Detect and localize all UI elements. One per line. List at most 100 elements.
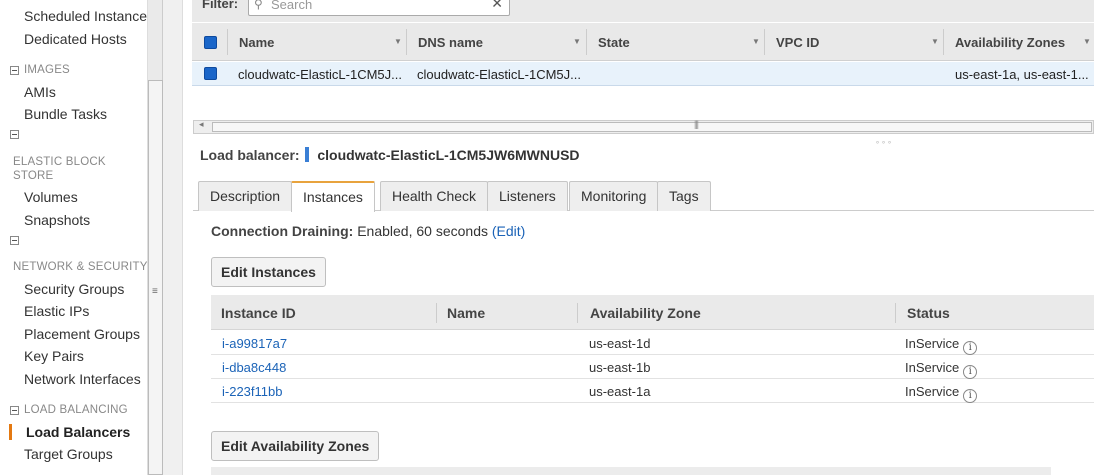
tab-instances[interactable]: Instances	[291, 181, 375, 212]
table-row: i-a99817a7 us-east-1d InService i	[211, 331, 1094, 355]
column-divider	[436, 303, 437, 323]
filter-bar: Filter: ⚲ Search ✕	[192, 0, 1094, 22]
sidebar-item-key-pairs[interactable]: Key Pairs	[24, 348, 84, 364]
instance-status: InService i	[905, 384, 978, 403]
collapse-icon[interactable]	[10, 236, 19, 245]
tab-tags[interactable]: Tags	[657, 181, 711, 211]
sidebar-scroll-thumb[interactable]	[148, 80, 163, 475]
tab-health-check[interactable]: Health Check	[380, 181, 489, 211]
sort-icon[interactable]: ▼	[394, 37, 402, 46]
column-divider	[895, 303, 896, 323]
sidebar-item-bundle-tasks[interactable]: Bundle Tasks	[24, 106, 107, 122]
instance-zone: us-east-1b	[589, 360, 651, 375]
horizontal-scrollbar[interactable]: ◂ |||	[193, 119, 1094, 134]
tab-listeners[interactable]: Listeners	[487, 181, 568, 211]
active-indicator	[9, 424, 12, 440]
sort-icon[interactable]: ▼	[1083, 37, 1091, 46]
section-network-label: NETWORK & SECURITY	[13, 261, 148, 273]
sort-icon[interactable]: ▼	[752, 37, 760, 46]
sidebar-item-dedicated-hosts[interactable]: Dedicated Hosts	[24, 31, 127, 47]
table-row: i-dba8c448 us-east-1b InService i	[211, 355, 1094, 379]
sidebar-item-security-groups[interactable]: Security Groups	[24, 281, 124, 297]
detail-label: Load balancer:	[200, 147, 300, 163]
instance-id-link[interactable]: i-dba8c448	[222, 360, 286, 375]
column-availability-zone[interactable]: Availability Zone	[590, 305, 701, 321]
sidebar-item-scheduled-instances[interactable]: Scheduled Instances	[24, 8, 147, 24]
scroll-left-icon[interactable]: ◂	[199, 119, 204, 130]
load-balancer-name: cloudwatc-ElasticL-1CM5JW6MWNUSD	[317, 147, 580, 163]
resize-handle-icon[interactable]: ∘∘∘	[875, 138, 893, 147]
instances-table-header: Instance ID Name Availability Zone Statu…	[211, 295, 1094, 330]
column-divider	[577, 303, 578, 323]
instance-zone: us-east-1a	[589, 384, 651, 399]
info-icon[interactable]: i	[963, 389, 978, 403]
filter-label: Filter:	[202, 0, 239, 11]
status-text: InService	[905, 360, 960, 375]
cell-zones: us-east-1a, us-east-1...	[955, 67, 1089, 82]
column-name[interactable]: Name	[239, 35, 274, 50]
sidebar-item-placement-groups[interactable]: Placement Groups	[24, 326, 140, 342]
status-text: InService	[905, 384, 960, 399]
column-divider	[227, 29, 228, 55]
section-ebs-toggle[interactable]	[10, 130, 19, 139]
column-divider	[586, 29, 587, 55]
connection-draining: Connection Draining: Enabled, 60 seconds…	[211, 223, 525, 239]
sidebar-item-network-interfaces[interactable]: Network Interfaces	[24, 371, 141, 387]
tab-monitoring[interactable]: Monitoring	[569, 181, 659, 211]
cell-name: cloudwatc-ElasticL-1CM5J...	[238, 67, 402, 82]
column-instance-name[interactable]: Name	[447, 305, 485, 321]
sidebar-item-amis[interactable]: AMIs	[24, 84, 56, 100]
sort-icon[interactable]: ▼	[931, 37, 939, 46]
table-row[interactable]: cloudwatc-ElasticL-1CM5J... cloudwatc-El…	[192, 62, 1094, 86]
section-network-toggle[interactable]	[10, 236, 19, 245]
column-divider	[406, 29, 407, 55]
section-ebs-label: ELASTIC BLOCK STORE	[13, 156, 106, 182]
column-state[interactable]: State	[598, 35, 630, 50]
sort-icon[interactable]: ▼	[573, 37, 581, 46]
search-placeholder: Search	[271, 0, 313, 12]
panel-splitter[interactable]	[163, 0, 183, 475]
sidebar-item-volumes[interactable]: Volumes	[24, 189, 78, 205]
section-load-balancing[interactable]: LOAD BALANCING	[10, 404, 128, 416]
horizontal-scroll-thumb[interactable]	[212, 122, 1092, 132]
column-divider	[764, 29, 765, 55]
grip-icon: ≡	[152, 286, 158, 297]
row-checkbox[interactable]	[204, 67, 217, 80]
column-divider	[943, 29, 944, 55]
search-icon: ⚲	[254, 0, 263, 11]
instance-status: InService i	[905, 336, 978, 355]
column-instance-id[interactable]: Instance ID	[221, 305, 296, 321]
collapse-icon[interactable]	[10, 65, 19, 75]
section-images[interactable]: IMAGES	[10, 64, 70, 76]
select-all-checkbox[interactable]	[204, 36, 217, 49]
edit-availability-zones-button[interactable]: Edit Availability Zones	[211, 431, 380, 461]
instance-status: InService i	[905, 360, 978, 379]
status-text: InService	[905, 336, 960, 351]
search-input[interactable]: ⚲ Search ✕	[248, 0, 510, 16]
sidebar-item-load-balancers[interactable]: Load Balancers	[26, 424, 130, 440]
column-availability-zones[interactable]: Availability Zones	[955, 35, 1065, 50]
detail-title: Load balancer: cloudwatc-ElasticL-1CM5JW…	[200, 147, 580, 163]
sidebar-nav: Scheduled Instances Dedicated Hosts IMAG…	[0, 0, 148, 475]
draining-edit-link[interactable]: (Edit)	[492, 223, 525, 239]
table-row: i-223f11bb us-east-1a InService i	[211, 379, 1094, 403]
tab-description[interactable]: Description	[198, 181, 293, 211]
sidebar-item-elastic-ips[interactable]: Elastic IPs	[24, 303, 89, 319]
clear-icon[interactable]: ✕	[491, 0, 503, 12]
lb-table-header: Name ▼ DNS name ▼ State ▼ VPC ID ▼ Avail…	[192, 23, 1094, 61]
section-images-label: IMAGES	[24, 64, 70, 76]
instance-id-link[interactable]: i-223f11bb	[222, 384, 282, 399]
grip-icon: |||	[694, 119, 699, 129]
collapse-icon[interactable]	[10, 405, 19, 415]
collapse-icon[interactable]	[10, 130, 19, 139]
info-icon[interactable]: i	[963, 341, 978, 355]
column-status[interactable]: Status	[907, 305, 950, 321]
column-vpc-id[interactable]: VPC ID	[776, 35, 819, 50]
column-dns-name[interactable]: DNS name	[418, 35, 483, 50]
sidebar-item-snapshots[interactable]: Snapshots	[24, 212, 90, 228]
sidebar-item-target-groups[interactable]: Target Groups	[24, 446, 113, 462]
instance-id-link[interactable]: i-a99817a7	[222, 336, 287, 351]
marker-icon	[305, 147, 310, 162]
info-icon[interactable]: i	[963, 365, 978, 379]
edit-instances-button[interactable]: Edit Instances	[211, 257, 326, 287]
